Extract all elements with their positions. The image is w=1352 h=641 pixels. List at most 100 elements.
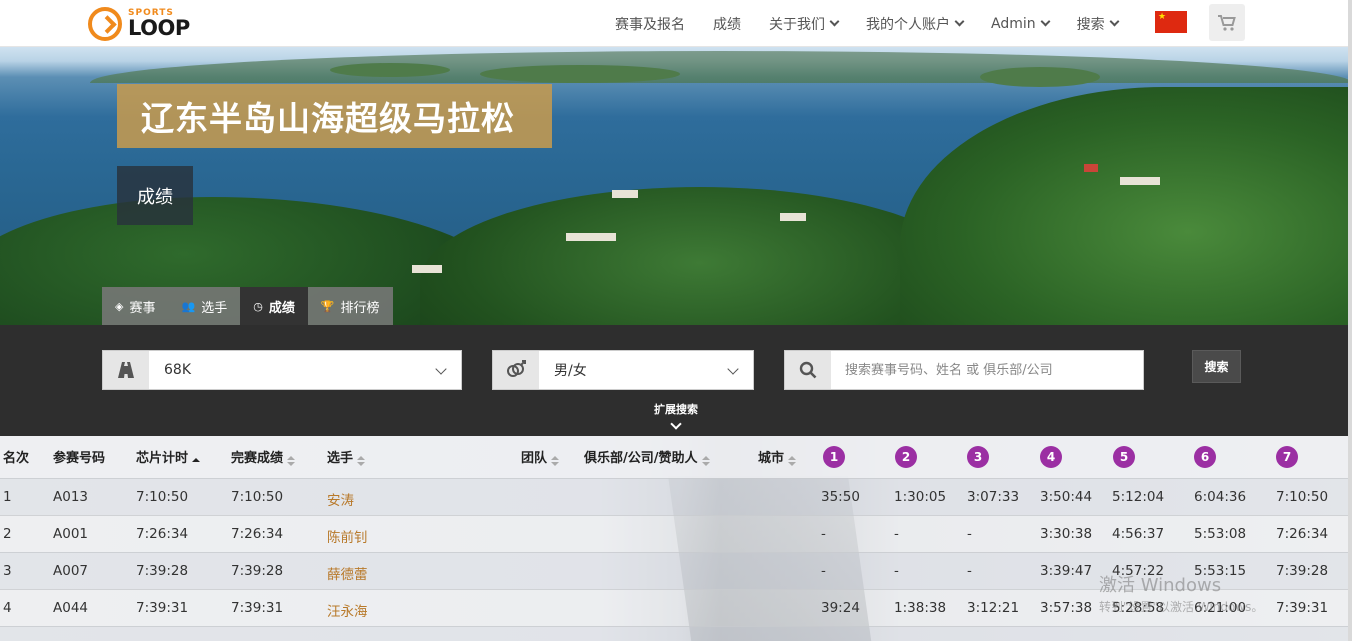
nav-item-search[interactable]: 搜索 [1077, 14, 1120, 34]
col-club[interactable]: 俱乐部/公司/赞助人 [584, 447, 710, 466]
split-cell: 1:38:38 [894, 600, 947, 616]
chevron-down-icon [829, 16, 840, 27]
split-6-badge[interactable]: 6 [1194, 446, 1216, 468]
athlete-name-link[interactable]: 陈前钊 [327, 526, 368, 546]
tab-events[interactable]: ◈ 赛事 [102, 287, 169, 325]
search-input[interactable] [831, 351, 1143, 389]
china-flag-icon[interactable]: ★ [1155, 11, 1187, 33]
tab-results[interactable]: ◷ 成绩 [240, 287, 308, 325]
split-7-badge[interactable]: 7 [1276, 446, 1298, 468]
split-cell: - [967, 563, 972, 579]
gun-time-cell: 7:26:34 [231, 526, 284, 542]
col-gun-time[interactable]: 完赛成绩 [231, 447, 296, 466]
nav-item-events[interactable]: 赛事及报名 [615, 14, 685, 34]
race-tabs: ◈ 赛事 👥 选手 ◷ 成绩 🏆 排行榜 [102, 287, 393, 325]
gun-time-cell: 7:39:28 [231, 563, 284, 579]
page-scrollbar[interactable] [1348, 0, 1352, 641]
athlete-name-link[interactable]: 薛德蕾 [327, 563, 368, 583]
col-city[interactable]: 城市 [758, 447, 797, 466]
split-4-badge[interactable]: 4 [1040, 446, 1062, 468]
chevron-down-icon [1040, 16, 1051, 27]
table-row[interactable]: 1 A013 7:10:50 7:10:50 安涛 35:50 1:30:05 … [0, 478, 1348, 515]
gun-time-cell: 7:39:31 [231, 600, 284, 616]
split-cell: - [821, 526, 826, 542]
hero-background-hills [90, 51, 1352, 83]
split-5-badge[interactable]: 5 [1113, 446, 1135, 468]
split-cell: 7:39:28 [1276, 563, 1329, 579]
tab-athletes[interactable]: 👥 选手 [168, 287, 241, 325]
tab-leaderboard[interactable]: 🏆 排行榜 [307, 287, 393, 325]
race-title: 辽东半岛山海超级马拉松 [141, 99, 515, 138]
split-2-badge[interactable]: 2 [895, 446, 917, 468]
col-bib[interactable]: 参赛号码 [53, 447, 105, 466]
tag-icon: ◈ [115, 299, 124, 313]
search-icon [785, 351, 831, 389]
filter-bar: 68K 男/女 搜索 扩展搜索 [0, 325, 1352, 436]
chevron-down-icon [727, 363, 739, 375]
table-row[interactable]: 2 A001 7:26:34 7:26:34 陈前钊 - - - 3:30:38… [0, 515, 1348, 552]
split-cell: 3:50:44 [1040, 489, 1093, 505]
bib-cell: A001 [53, 526, 89, 542]
col-team[interactable]: 团队 [521, 447, 560, 466]
split-cell: 7:26:34 [1276, 526, 1329, 542]
trophy-icon: 🏆 [320, 299, 335, 313]
expand-search-label: 扩展搜索 [654, 403, 698, 416]
logo-big-text: LOOP [128, 16, 190, 40]
split-cell: 4:56:37 [1112, 526, 1165, 542]
rank-cell: 4 [3, 600, 12, 616]
search-button[interactable]: 搜索 [1192, 350, 1241, 383]
results-header-row: 名次 参赛号码 芯片计时 完赛成绩 选手 团队 俱乐部/公司/赞助人 城市 1 … [0, 436, 1348, 478]
split-cell: 3:39:47 [1040, 563, 1093, 579]
gender-select-value: 男/女 [554, 363, 587, 379]
chip-time-cell: 7:10:50 [136, 489, 189, 505]
split-cell: 7:10:50 [1276, 489, 1329, 505]
road-icon [103, 351, 149, 389]
split-cell: - [894, 563, 899, 579]
split-cell: - [894, 526, 899, 542]
cart-button[interactable] [1209, 4, 1245, 41]
split-cell: 7:39:31 [1276, 600, 1329, 616]
split-cell: 3:12:21 [967, 600, 1020, 616]
chevron-down-icon [1109, 16, 1120, 27]
race-select[interactable]: 68K [102, 350, 462, 390]
users-icon: 👥 [181, 299, 196, 313]
split-3-badge[interactable]: 3 [967, 446, 989, 468]
split-cell: 6:04:36 [1194, 489, 1247, 505]
split-cell: 1:30:05 [894, 489, 947, 505]
expand-search-toggle[interactable]: 扩展搜索 [0, 401, 1352, 430]
gender-select[interactable]: 男/女 [492, 350, 754, 390]
col-rank[interactable]: 名次 [3, 447, 29, 466]
split-cell: 3:57:38 [1040, 600, 1093, 616]
page-subtitle-box: 成绩 [117, 166, 193, 225]
col-athlete[interactable]: 选手 [327, 447, 366, 466]
gender-icon [493, 351, 539, 389]
rank-cell: 1 [3, 489, 12, 505]
bib-cell: A044 [53, 600, 89, 616]
split-cell: - [821, 563, 826, 579]
rank-cell: 2 [3, 526, 12, 542]
clock-icon: ◷ [253, 299, 263, 313]
nav-item-results[interactable]: 成绩 [713, 14, 741, 34]
sportsloop-logo[interactable]: SPORTS LOOP [88, 6, 190, 42]
table-row-partial[interactable] [0, 626, 1348, 641]
hero-land-middle [420, 187, 980, 325]
athlete-name-link[interactable]: 安涛 [327, 489, 354, 509]
chip-time-cell: 7:39:31 [136, 600, 189, 616]
logo-arrow-icon [88, 7, 122, 41]
split-cell: 5:12:04 [1112, 489, 1165, 505]
col-chip-time[interactable]: 芯片计时 [136, 447, 201, 466]
hero-land-right [900, 87, 1352, 325]
split-1-badge[interactable]: 1 [823, 446, 845, 468]
bib-cell: A013 [53, 489, 89, 505]
athlete-name-link[interactable]: 汪永海 [327, 600, 368, 620]
rank-cell: 3 [3, 563, 12, 579]
nav-item-account[interactable]: 我的个人账户 [866, 14, 965, 34]
split-cell: 39:24 [821, 600, 860, 616]
gun-time-cell: 7:10:50 [231, 489, 284, 505]
windows-activation-watermark-sub: 转到"设置"以激活 Windows。 [1099, 600, 1264, 614]
bib-cell: A007 [53, 563, 89, 579]
nav-item-about[interactable]: 关于我们 [769, 14, 840, 34]
page-subtitle: 成绩 [137, 186, 173, 208]
chevron-down-icon [670, 418, 682, 430]
nav-item-admin[interactable]: Admin [991, 16, 1051, 32]
